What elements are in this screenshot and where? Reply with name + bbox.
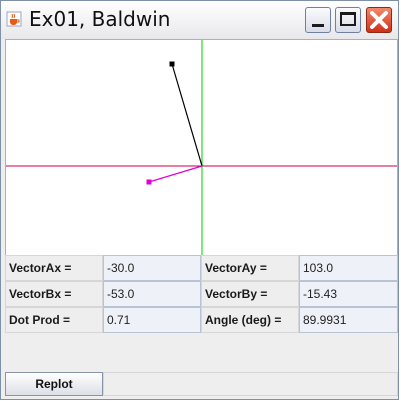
vector-ax-field[interactable]: -30.0 <box>103 255 201 281</box>
close-icon <box>370 11 388 29</box>
title-bar[interactable]: Ex01, Baldwin <box>1 1 398 39</box>
replot-button[interactable]: Replot <box>5 372 103 396</box>
vector-ax-label: VectorAx = <box>5 255 103 281</box>
vector-by-field[interactable]: -15.43 <box>299 281 398 307</box>
close-button[interactable] <box>366 7 392 33</box>
row-results: Dot Prod = 0.71 Angle (deg) = 89.9931 <box>5 307 398 333</box>
maximize-icon <box>340 12 356 26</box>
vector-bx-field[interactable]: -53.0 <box>103 281 201 307</box>
dot-prod-field[interactable]: 0.71 <box>103 307 201 333</box>
vector-a-line <box>171 63 203 167</box>
vector-by-label: VectorBy = <box>201 281 299 307</box>
angle-label: Angle (deg) = <box>201 307 299 333</box>
app-window: Ex01, Baldwin VectorAx = -30.0 VectorAy … <box>0 0 399 400</box>
vector-bx-label: VectorBx = <box>5 281 103 307</box>
row-vector-a: VectorAx = -30.0 VectorAy = 103.0 <box>5 255 398 281</box>
button-panel <box>103 372 398 396</box>
row-vector-b: VectorBx = -53.0 VectorBy = -15.43 <box>5 281 398 307</box>
maximize-button[interactable] <box>335 7 361 33</box>
angle-field[interactable]: 89.9931 <box>299 307 398 333</box>
plot-canvas <box>5 39 398 291</box>
vector-b-line <box>148 165 203 183</box>
java-cup-icon <box>6 11 22 27</box>
dot-prod-label: Dot Prod = <box>5 307 103 333</box>
vector-a-tip <box>169 61 175 67</box>
vector-b-tip <box>146 179 152 185</box>
vector-ay-field[interactable]: 103.0 <box>299 255 398 281</box>
minimize-button[interactable] <box>305 7 331 33</box>
vector-ay-label: VectorAy = <box>201 255 299 281</box>
minimize-icon <box>312 24 324 27</box>
window-title: Ex01, Baldwin <box>29 7 171 31</box>
